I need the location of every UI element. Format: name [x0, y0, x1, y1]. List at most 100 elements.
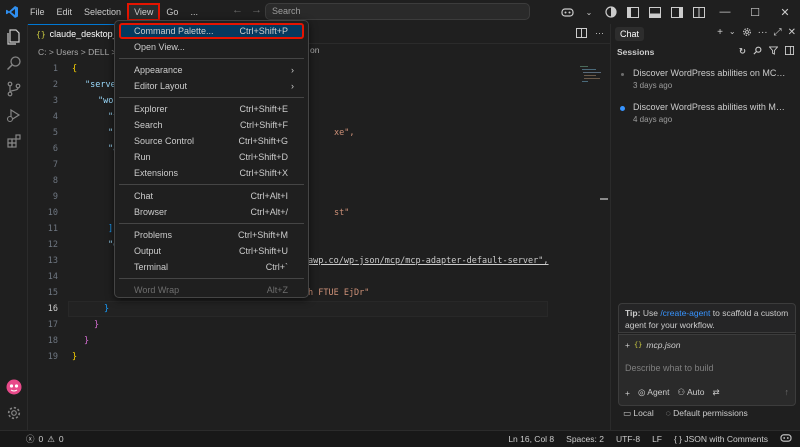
settings-gear-icon[interactable]: [0, 400, 28, 426]
menu-item-source-control[interactable]: Source Control Ctrl+Shift+G: [119, 133, 304, 149]
close-icon[interactable]: ✕: [788, 27, 796, 40]
menu-item-extensions[interactable]: Extensions Ctrl+Shift+X: [119, 165, 304, 181]
explorer-icon[interactable]: [0, 24, 28, 50]
language-mode[interactable]: { } JSON with Comments: [674, 434, 768, 444]
line-number: 9: [52, 192, 58, 202]
chat-tab[interactable]: Chat: [615, 27, 645, 41]
toggle-secondary-sidebar-icon[interactable]: [669, 4, 685, 20]
menu-item-word-wrap: Word Wrap Alt+Z: [119, 282, 304, 298]
local-label: Local: [633, 408, 654, 418]
session-item[interactable]: Discover WordPress abilities with MCP ..…: [611, 98, 800, 132]
refresh-icon[interactable]: ↻: [739, 46, 746, 57]
line-number: 3: [52, 96, 58, 106]
search-icon[interactable]: [753, 46, 762, 57]
gear-icon[interactable]: [742, 27, 752, 40]
code-line: }: [104, 304, 110, 314]
attachment-chip[interactable]: mcp.json: [646, 340, 680, 350]
menu-go[interactable]: Go: [160, 3, 184, 21]
menu-selection[interactable]: Selection: [78, 3, 127, 21]
model-picker-button[interactable]: ⚇ Auto: [678, 387, 705, 398]
toggle-panel-icon[interactable]: [647, 4, 663, 20]
menu-item-output[interactable]: Output Ctrl+Shift+U: [119, 243, 304, 259]
chat-input[interactable]: + {} mcp.json Describe what to build + ◎…: [618, 334, 796, 406]
session-item[interactable]: Discover WordPress abilities on MCP s...…: [611, 64, 800, 98]
breadcrumb-path[interactable]: C: > Users > DELL >: [38, 47, 116, 57]
minimap[interactable]: [580, 64, 602, 104]
tools-icon[interactable]: ⇄: [713, 387, 720, 398]
menu-item-label: Command Palette...: [134, 26, 214, 36]
run-debug-icon[interactable]: [0, 102, 28, 128]
command-center-search[interactable]: Search: [265, 3, 530, 20]
session-time: 3 days ago: [633, 81, 673, 90]
breadcrumb-tail[interactable]: on: [310, 45, 319, 55]
more-actions-icon[interactable]: ···: [595, 28, 604, 40]
menu-item-shortcut: Alt+Z: [266, 285, 288, 295]
menu-item-browser[interactable]: Browser Ctrl+Alt+/: [119, 204, 304, 220]
chevron-down-icon[interactable]: ⌄: [581, 4, 597, 20]
permissions-button[interactable]: ◌ Default permissions: [666, 408, 748, 419]
line-number: 10: [47, 208, 58, 218]
menu-item-explorer[interactable]: Explorer Ctrl+Shift+E: [119, 101, 304, 117]
menu-item-command-palette[interactable]: Command Palette... Ctrl+Shift+P: [119, 23, 304, 39]
session-time: 4 days ago: [633, 115, 673, 124]
menu-more[interactable]: ...: [184, 3, 204, 21]
problems-status[interactable]: ⓧ 0 ⚠ 0: [26, 433, 64, 445]
extensions-icon[interactable]: [0, 128, 28, 154]
split-editor-icon[interactable]: [576, 28, 587, 40]
menu-separator: [119, 58, 304, 59]
more-icon[interactable]: ···: [758, 27, 768, 40]
error-count: 0: [38, 434, 44, 444]
new-chat-icon[interactable]: +: [717, 27, 723, 40]
collapse-icon[interactable]: [785, 46, 794, 57]
error-icon: ⓧ: [26, 434, 35, 444]
maximize-button[interactable]: ☐: [740, 0, 770, 24]
local-button[interactable]: ▭ Local: [623, 408, 654, 419]
toggle-sidebar-icon[interactable]: [625, 4, 641, 20]
account-status-icon[interactable]: [603, 4, 619, 20]
filter-icon[interactable]: [768, 46, 779, 57]
account-avatar-icon[interactable]: [0, 374, 28, 400]
menu-view[interactable]: View: [127, 3, 161, 21]
minimize-button[interactable]: —: [710, 0, 740, 24]
menu-item-open-view[interactable]: Open View...: [119, 39, 304, 55]
customize-layout-icon[interactable]: [691, 4, 707, 20]
menu-edit[interactable]: Edit: [51, 3, 79, 21]
indentation[interactable]: Spaces: 2: [566, 434, 604, 444]
menu-item-search[interactable]: Search Ctrl+Shift+F: [119, 117, 304, 133]
agent-icon: ◎: [637, 387, 648, 397]
menu-item-chat[interactable]: Chat Ctrl+Alt+I: [119, 188, 304, 204]
tab-label: claude_desktop_c: [49, 29, 123, 39]
close-window-button[interactable]: ✕: [770, 0, 800, 24]
warning-count: 0: [58, 434, 64, 444]
send-icon[interactable]: ↑: [785, 387, 790, 397]
menu-item-label: Chat: [134, 191, 154, 201]
plus-icon[interactable]: +: [625, 388, 630, 398]
agent-mode-button[interactable]: ◎ Agent: [638, 387, 670, 398]
menu-item-label: Explorer: [134, 104, 168, 114]
menu-item-shortcut: Ctrl+Shift+P: [239, 26, 288, 36]
add-context-icon[interactable]: +: [625, 340, 630, 350]
chevron-down-icon[interactable]: ⌄: [729, 27, 736, 40]
menu-item-editor-layout[interactable]: Editor Layout ›: [119, 78, 304, 94]
copilot-status-icon[interactable]: [780, 433, 792, 445]
forward-arrow-icon[interactable]: →: [251, 4, 262, 16]
menu-file[interactable]: File: [24, 3, 51, 21]
back-arrow-icon[interactable]: ←: [232, 4, 243, 16]
tip-link[interactable]: /create-agent: [660, 308, 710, 318]
source-control-icon[interactable]: [0, 76, 28, 102]
cursor-position[interactable]: Ln 16, Col 8: [508, 434, 554, 444]
scrollbar-marker[interactable]: [600, 198, 608, 200]
end-of-line[interactable]: LF: [652, 434, 662, 444]
menu-item-run[interactable]: Run Ctrl+Shift+D: [119, 149, 304, 165]
copilot-icon[interactable]: [559, 4, 575, 20]
line-number: 17: [47, 320, 58, 330]
menu-item-label: Appearance: [134, 65, 183, 75]
menu-item-terminal[interactable]: Terminal Ctrl+`: [119, 259, 304, 275]
line-number: 15: [47, 288, 58, 298]
menu-item-appearance[interactable]: Appearance ›: [119, 62, 304, 78]
encoding[interactable]: UTF-8: [616, 434, 640, 444]
search-icon[interactable]: [0, 50, 28, 76]
maximize-panel-icon[interactable]: ⤢: [774, 27, 782, 40]
menu-item-problems[interactable]: Problems Ctrl+Shift+M: [119, 227, 304, 243]
line-number: 13: [47, 256, 58, 266]
